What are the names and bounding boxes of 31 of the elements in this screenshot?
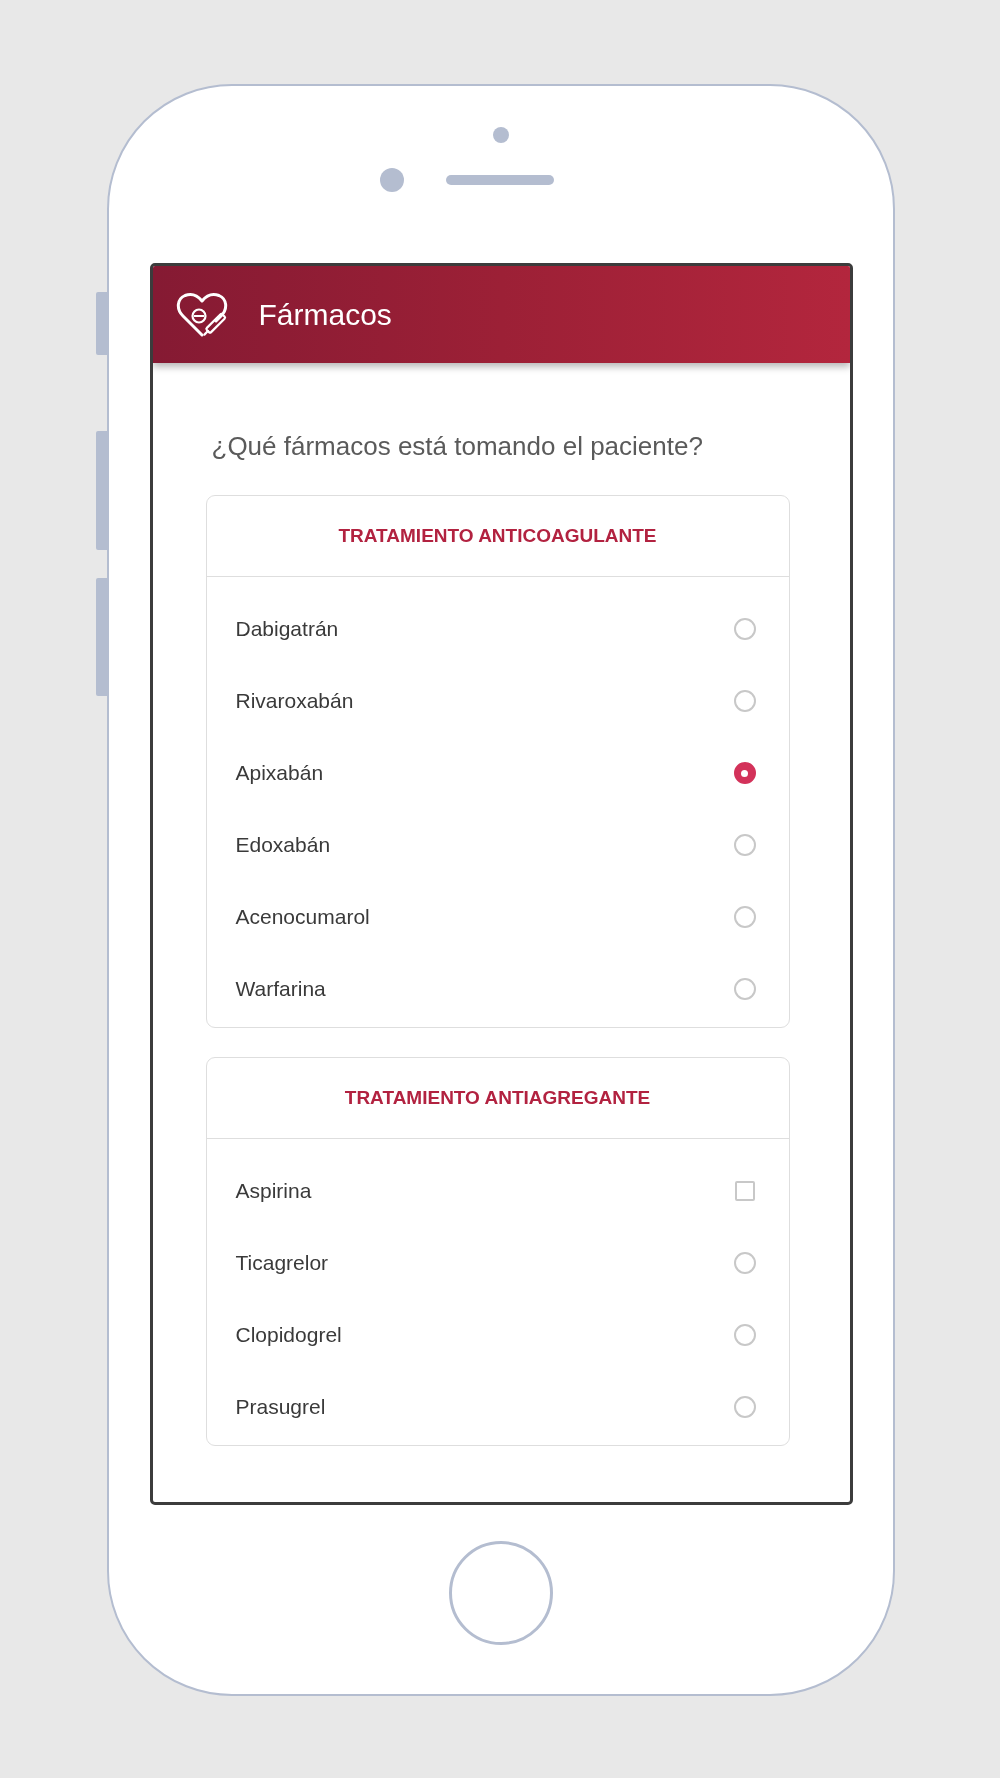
drug-label: Ticagrelor (235, 1250, 329, 1276)
side-button[interactable] (96, 431, 107, 550)
radio-button[interactable] (733, 762, 756, 784)
front-sensor (493, 127, 509, 143)
drug-label: Apixabán (235, 760, 324, 786)
drug-label: Aspirina (235, 1178, 312, 1204)
drug-label: Edoxabán (235, 832, 331, 858)
side-button[interactable] (96, 292, 107, 355)
drug-label: Acenocumarol (235, 904, 370, 930)
app-title: Fármacos (258, 296, 392, 333)
drug-label: Dabigatrán (235, 616, 339, 642)
radio-button[interactable] (733, 906, 756, 928)
radio-button[interactable] (733, 978, 756, 1000)
radio-button[interactable] (733, 618, 756, 640)
checkbox[interactable] (734, 1181, 755, 1201)
heart-pill-icon (174, 290, 229, 339)
section-title: TRATAMIENTO ANTICOAGULANTE (338, 524, 657, 548)
drug-label: Rivaroxabán (235, 688, 354, 714)
side-button[interactable] (96, 578, 107, 696)
radio-button[interactable] (733, 1252, 756, 1274)
radio-button[interactable] (733, 834, 756, 856)
section-title: TRATAMIENTO ANTIAGREGANTE (344, 1086, 651, 1110)
drug-label: Warfarina (235, 976, 326, 1002)
front-camera (380, 168, 404, 192)
drug-label: Prasugrel (235, 1394, 326, 1420)
question-text: ¿Qué fármacos está tomando el paciente? (211, 430, 704, 462)
radio-button[interactable] (733, 690, 756, 712)
radio-button[interactable] (733, 1324, 756, 1346)
radio-button[interactable] (733, 1396, 756, 1418)
home-button[interactable] (449, 1541, 553, 1645)
drug-label: Clopidogrel (235, 1322, 342, 1348)
